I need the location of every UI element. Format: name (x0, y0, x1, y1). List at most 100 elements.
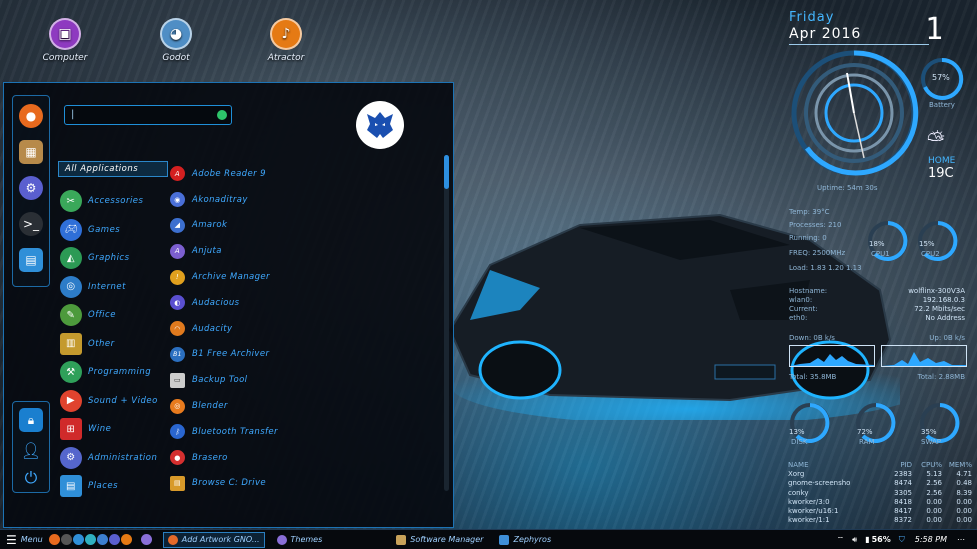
app-label: Amarok (192, 220, 228, 231)
desktop-icon-atractor[interactable]: ♪ Atractor (251, 18, 321, 63)
weather-temperature: 19C (928, 166, 954, 181)
app-akonaditray[interactable]: ◉ Akonaditray (170, 187, 440, 213)
shield-icon[interactable]: ⛉ (899, 535, 905, 545)
desktop-icon-computer[interactable]: ▣ Computer (30, 18, 100, 63)
taskbar-window-add-artwork[interactable]: Add Artwork GNO... (162, 531, 265, 548)
battery-percent: 57% (932, 73, 950, 82)
wine-icon: ⊞ (60, 418, 82, 441)
application-list-scrollbar[interactable] (444, 155, 449, 491)
category-accessories[interactable]: ✂ Accessories (58, 187, 168, 216)
proc-mem: 0.00 (956, 516, 972, 525)
eth-value: No Address (925, 314, 965, 322)
category-other[interactable]: ▥ Other (58, 330, 168, 359)
conky-processes: Processes: 210 (789, 221, 842, 229)
category-all-applications[interactable]: All Applications (58, 161, 168, 177)
app-amarok[interactable]: ◢ Amarok (170, 213, 440, 239)
terminal-icon[interactable]: >_ (19, 212, 43, 236)
browser-launcher-icon[interactable] (96, 534, 108, 545)
category-sound-video[interactable]: ▶ Sound + Video (58, 387, 168, 416)
search-value: | (71, 109, 75, 120)
app-bluetooth-transfer[interactable]: ᛒ Bluetooth Transfer (170, 419, 440, 445)
scrollbar-thumb[interactable] (444, 155, 449, 189)
app-b1-free-archiver[interactable]: B1 B1 Free Archiver (170, 342, 440, 368)
settings-launcher-icon[interactable] (84, 534, 96, 545)
audacious-icon: ◐ (170, 295, 185, 311)
desktop-icon-label: Atractor (267, 53, 305, 63)
category-label: Other (88, 338, 115, 349)
process-table-header: NAME PID CPU% MEM% (788, 461, 974, 470)
terminal-launcher-icon[interactable] (60, 534, 72, 545)
search-go-icon[interactable] (217, 110, 227, 120)
settings-icon[interactable]: ⚙ (19, 176, 43, 200)
proc-mem: 0.48 (956, 479, 972, 488)
app-backup-tool[interactable]: ▭ Backup Tool (170, 367, 440, 393)
app-blender[interactable]: ◎ Blender (170, 393, 440, 419)
download-graph (789, 345, 875, 367)
system-launcher-icon[interactable] (108, 534, 120, 545)
app-browse-c-drive[interactable]: ▤ Browse C: Drive (170, 471, 440, 497)
category-internet[interactable]: ◎ Internet (58, 273, 168, 302)
taskbar-window-software-manager[interactable]: Software Manager (392, 532, 487, 548)
anjuta-icon: A (170, 243, 185, 259)
folder-icon[interactable]: ▤ (19, 248, 43, 272)
files-launcher-icon[interactable] (72, 534, 84, 545)
gamepad-icon: 🎮︎ (60, 218, 82, 241)
taskbar-window-zephyros[interactable]: Zephyros (495, 532, 555, 548)
conky-month: Apr (789, 26, 817, 42)
power-icon[interactable]: ⏻ (19, 466, 43, 490)
desktop-icon-godot[interactable]: ◕ Godot (141, 18, 211, 63)
volume-icon[interactable]: 🔊︎ (852, 535, 857, 545)
category-administration[interactable]: ⚙ Administration (58, 444, 168, 473)
app-adobe-reader[interactable]: A Adobe Reader 9 (170, 161, 440, 187)
system-tray: ⌔ 🔊︎ ▮ 56% ⛉ 5:58 PM ⋯ (837, 535, 971, 545)
app-label: Brasero (192, 452, 228, 463)
category-label: Administration (88, 452, 158, 463)
app-audacity[interactable]: ◠ Audacity (170, 316, 440, 342)
category-wine[interactable]: ⊞ Wine (58, 415, 168, 444)
hostname-value: wolflinx-300V3A (908, 287, 965, 295)
wolf-logo-icon (367, 112, 393, 138)
category-office[interactable]: ✎ Office (58, 301, 168, 330)
menu-button[interactable]: ☰ Menu (6, 533, 43, 547)
category-label: Games (88, 224, 121, 235)
battery-icon[interactable]: ▮ (865, 535, 869, 544)
total-upload: Total: 2.88MB (917, 373, 965, 381)
clock[interactable]: 5:58 PM (915, 535, 947, 544)
programming-icon: ⚒ (60, 361, 82, 384)
menu-favorites-bar: ● ▦ ⚙ >_ ▤ (12, 95, 50, 287)
app-brasero[interactable]: ● Brasero (170, 445, 440, 471)
category-graphics[interactable]: ◭ Graphics (58, 244, 168, 273)
administration-icon: ⚙ (60, 446, 82, 469)
process-row: Xorg 2383 5.13 4.71 (788, 470, 974, 479)
user-icon[interactable]: 👤︎ (19, 438, 43, 462)
music-launcher-icon[interactable] (120, 534, 132, 545)
proc-pid: 3305 (894, 488, 912, 497)
window-app-icon (396, 534, 407, 545)
swap-label: SWAP (921, 438, 941, 446)
app-archive-manager[interactable]: ! Archive Manager (170, 264, 440, 290)
taskbar-window-themes[interactable]: Themes (273, 532, 327, 548)
firefox-launcher-icon[interactable] (48, 534, 60, 545)
conky-freq: FREQ: 2500MHz (789, 249, 846, 257)
category-programming[interactable]: ⚒ Programming (58, 358, 168, 387)
more-icon[interactable]: ⋯ (957, 535, 965, 544)
proc-name: conky (788, 488, 809, 497)
lock-screen-icon[interactable]: 🔒︎ (19, 408, 43, 432)
battery-percent-tray: 56% (871, 535, 891, 544)
app-launcher-icon[interactable] (140, 534, 152, 545)
disk-percent: 13% (789, 428, 805, 436)
category-label: Graphics (88, 253, 130, 264)
search-input[interactable]: | (64, 105, 232, 125)
conky-uptime: Uptime: 54m 30s (817, 184, 878, 192)
package-icon[interactable]: ▦ (19, 140, 43, 164)
conky-year: 2016 (821, 26, 862, 42)
wifi-icon[interactable]: ⌔ (837, 535, 845, 545)
window-label: Zephyros (513, 535, 552, 544)
category-places[interactable]: ▤ Places (58, 472, 168, 501)
firefox-icon[interactable]: ● (19, 104, 43, 128)
app-label: Audacity (192, 323, 233, 334)
app-audacious[interactable]: ◐ Audacious (170, 290, 440, 316)
app-label: Bluetooth Transfer (192, 426, 278, 437)
app-anjuta[interactable]: A Anjuta (170, 238, 440, 264)
category-games[interactable]: 🎮︎ Games (58, 216, 168, 245)
